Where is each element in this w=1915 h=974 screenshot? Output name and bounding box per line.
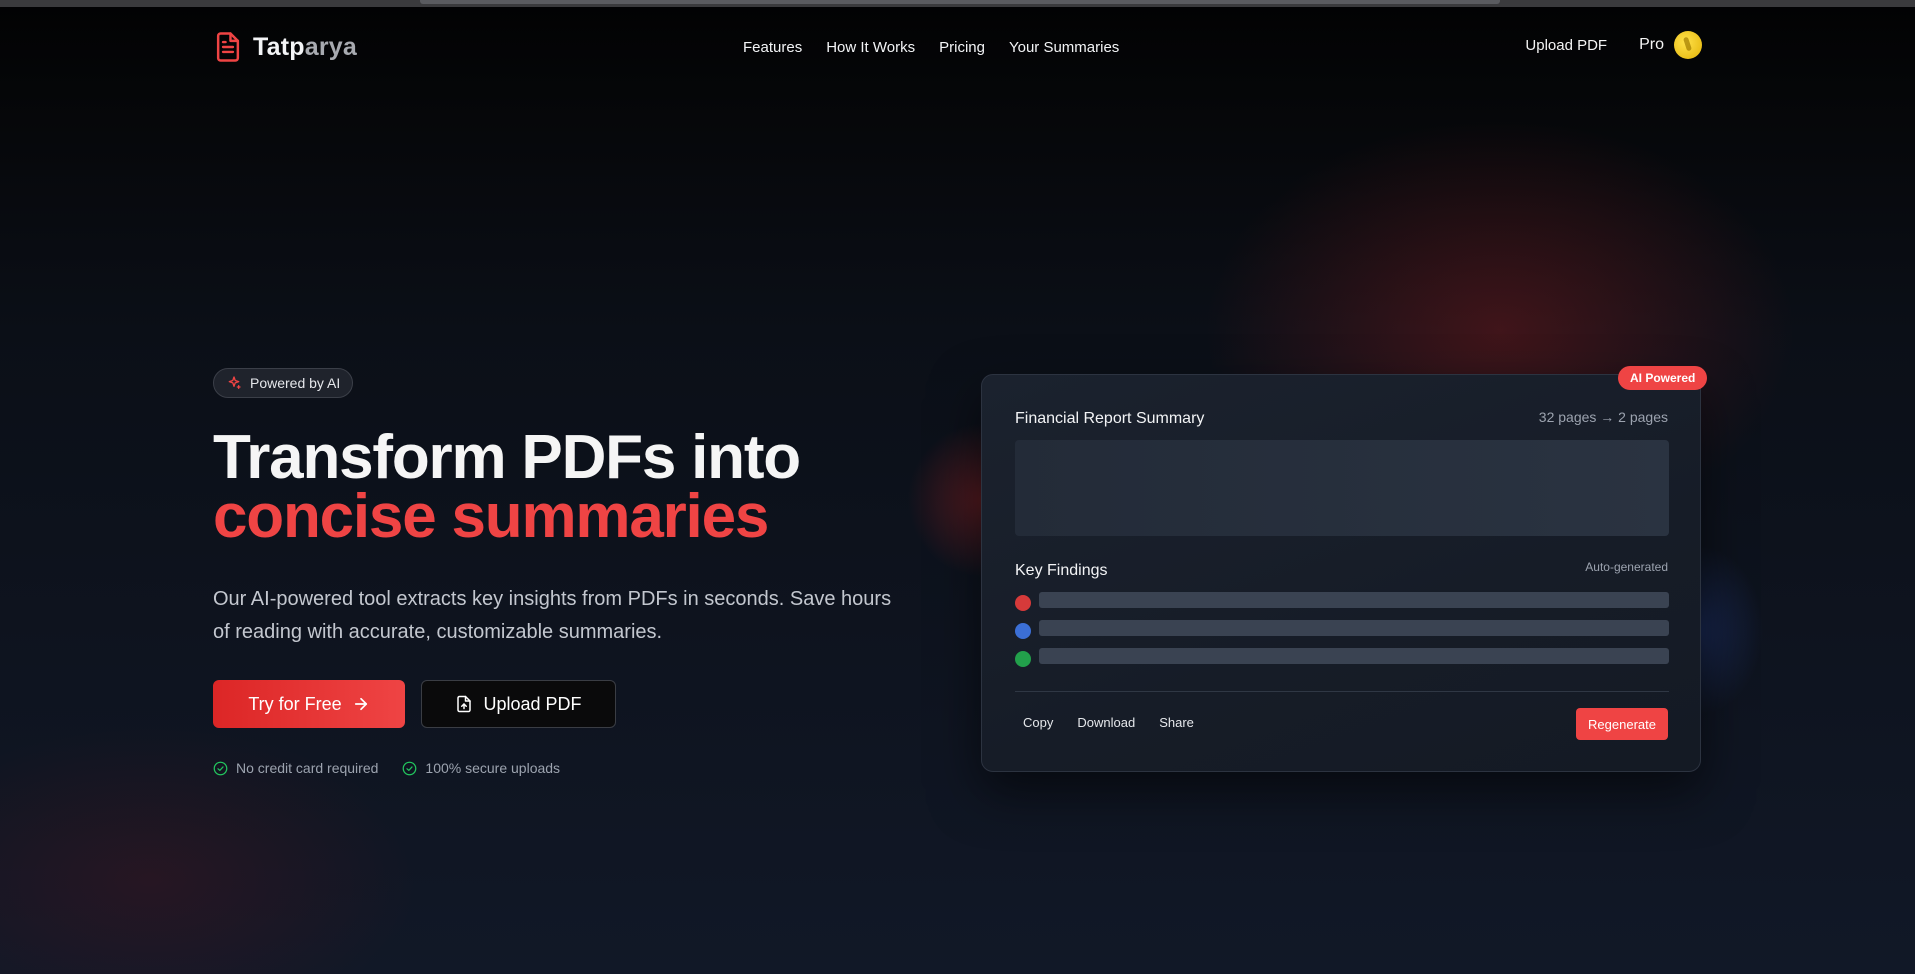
summary-placeholder [1015,440,1669,536]
headline-line-1: Transform PDFs into [213,423,801,492]
avatar[interactable] [1674,31,1702,59]
pro-label: Pro [1639,36,1664,53]
auto-generated-label: Auto-generated [1585,560,1668,574]
upload-pdf-button[interactable]: Upload PDF [421,680,616,728]
nav-link-features[interactable]: Features [743,39,802,56]
hero-description: Our AI-powered tool extracts key insight… [213,588,892,643]
nav-link-pricing[interactable]: Pricing [939,39,985,56]
user-menu[interactable]: Pro [1639,31,1702,59]
nav-upload-pdf-link[interactable]: Upload PDF [1525,37,1607,54]
finding-dot [1015,623,1031,639]
check-item: 100% secure uploads [402,760,560,776]
finding-placeholder-bar [1039,592,1669,608]
brand-name: Tatparya [253,33,357,62]
nav-link-how-it-works[interactable]: How It Works [826,39,915,56]
page-reduction-text: 32 pages → 2 pages [1538,409,1668,425]
brand-name-part2: arya [304,32,357,61]
brand-name-part1: Tatp [253,32,305,61]
trust-checks: No credit card required 100% secure uplo… [213,760,560,776]
powered-by-ai-badge: Powered by AI [213,368,354,398]
try-for-free-label: Try for Free [248,693,342,714]
copy-button[interactable]: Copy [1023,715,1053,730]
nav-links: Features How It Works Pricing Your Summa… [743,39,1119,56]
check-label: 100% secure uploads [425,760,561,776]
file-upload-icon [457,695,472,713]
upload-pdf-label: Upload PDF [483,693,582,714]
card-title: Financial Report Summary [1015,410,1205,427]
finding-dot [1015,595,1031,611]
finding-placeholder-bar [1039,648,1669,664]
finding-row [1015,648,1669,667]
hero-headline: Transform PDFs into concise summaries [213,423,801,551]
finding-row [1015,592,1669,611]
finding-placeholder-bar [1039,620,1669,636]
check-circle-icon [213,761,228,775]
arrow-right-icon [354,697,367,711]
card-divider [1015,691,1669,692]
badge-label: Powered by AI [250,375,341,391]
sparkle-icon [228,376,241,389]
check-circle-icon [403,761,417,775]
nav-right: Upload PDF Pro [1525,31,1702,59]
nav-link-your-summaries[interactable]: Your Summaries [1009,39,1119,56]
finding-dot [1015,651,1031,667]
key-findings-title: Key Findings [1015,562,1108,579]
summary-preview-card: Financial Report Summary 32 pages → 2 pa… [981,374,1701,772]
brand-logo[interactable]: Tatparya [213,31,357,63]
document-icon [216,32,240,62]
finding-row [1015,620,1669,639]
scroll-thumb[interactable] [420,0,1500,4]
top-navigation: Tatparya Features How It Works Pricing Y… [0,7,1915,87]
try-for-free-button[interactable]: Try for Free [213,680,405,728]
browser-top-strip [0,0,1915,7]
share-button[interactable]: Share [1159,715,1194,730]
check-item: No credit card required [213,760,378,776]
headline-line-2: concise summaries [213,482,769,551]
check-label: No credit card required [236,760,379,776]
download-button[interactable]: Download [1077,715,1135,730]
ai-powered-tag: AI Powered [1618,366,1708,390]
card-actions: Copy Download Share [1023,715,1194,730]
regenerate-button[interactable]: Regenerate [1576,708,1668,740]
